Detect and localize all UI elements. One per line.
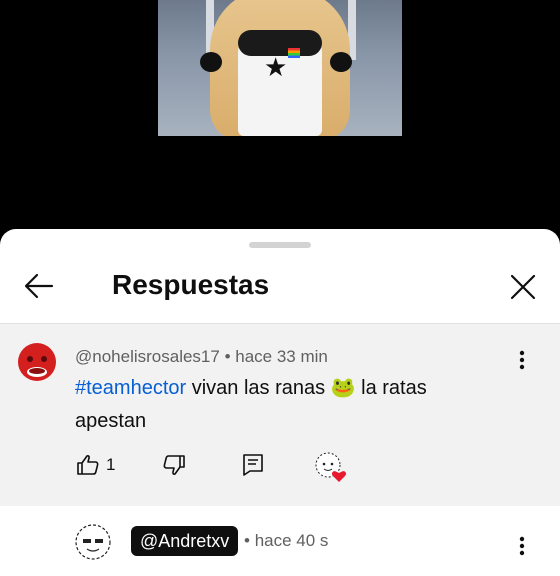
comment-meta: @nohelisrosales17 • hace 33 min (75, 346, 328, 368)
replies-sheet: Respuestas @nohelisrosales17 • hace 33 m… (0, 229, 560, 576)
arrow-left-icon[interactable] (22, 269, 56, 303)
comment-author[interactable]: @nohelisrosales17 (75, 347, 220, 366)
reply-icon[interactable] (242, 453, 264, 477)
reply-comment: @Andretxv • hace 40 s (0, 506, 560, 576)
more-vertical-icon[interactable] (512, 534, 532, 558)
reply-time: hace 40 s (254, 531, 329, 550)
comment-text-part: vivan las ranas (186, 377, 331, 399)
creator-heart-avatar (315, 452, 347, 482)
video-player[interactable]: ★ (0, 0, 560, 250)
close-icon[interactable] (508, 272, 538, 302)
comment-text: #teamhector vivan las ranas 🐸 la ratas a… (75, 372, 495, 438)
character-hand (200, 52, 222, 72)
drag-handle[interactable] (249, 242, 311, 248)
avatar-face-icon (27, 356, 47, 377)
avatar[interactable] (74, 523, 112, 561)
reply-meta: • hace 40 s (244, 530, 328, 552)
hashtag-link[interactable]: #teamhector (75, 377, 186, 399)
character-hand (330, 52, 352, 72)
thumbs-down-icon[interactable] (162, 453, 186, 477)
comment-time: hace 33 min (235, 347, 328, 366)
star-icon: ★ (264, 52, 288, 82)
sheet-title: Respuestas (112, 269, 270, 300)
flag-icon (288, 48, 300, 58)
more-vertical-icon[interactable] (512, 348, 532, 372)
reply-author-badge[interactable]: @Andretxv (131, 526, 239, 556)
video-frame: ★ (158, 0, 402, 136)
like-count: 1 (106, 455, 116, 474)
meta-separator: • (244, 531, 250, 550)
avatar[interactable] (18, 343, 56, 381)
meta-separator: • (224, 347, 231, 366)
parent-comment: @nohelisrosales17 • hace 33 min #teamhec… (0, 324, 560, 506)
avatar-face-icon (75, 524, 111, 560)
comment-actions: 1 (0, 450, 560, 490)
frog-emoji: 🐸 (330, 377, 356, 399)
thumbs-up-icon[interactable] (76, 453, 100, 477)
